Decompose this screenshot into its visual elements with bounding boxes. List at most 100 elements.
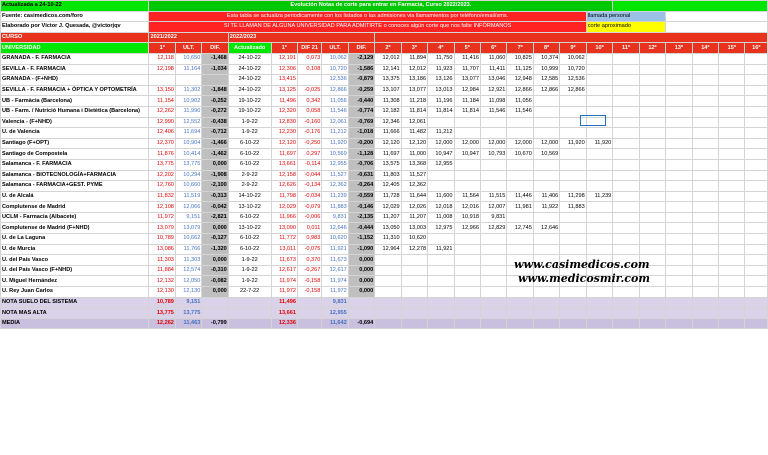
summary-diff-2021[interactable] <box>201 307 229 319</box>
round-cell[interactable]: 12,745 <box>506 222 534 235</box>
diff21-cell[interactable]: -0,075 <box>296 243 323 256</box>
diff-2021-cell[interactable]: -1,848 <box>201 84 229 97</box>
summary-empty[interactable] <box>585 296 614 309</box>
round-cell[interactable]: 12,120 <box>400 137 429 150</box>
round-cell[interactable] <box>691 180 720 192</box>
diff-2022-cell[interactable]: -0,444 <box>347 222 376 235</box>
round-cell[interactable] <box>718 275 746 288</box>
summary-empty[interactable] <box>227 307 272 319</box>
round-cell[interactable]: 12,000 <box>427 137 455 150</box>
round-cell[interactable] <box>718 190 746 203</box>
round-cell[interactable] <box>665 116 693 129</box>
round-cell[interactable]: 11,515 <box>479 190 508 203</box>
round-cell[interactable]: 10,918 <box>453 211 481 224</box>
round-cell[interactable] <box>638 105 667 118</box>
round-cell[interactable] <box>612 233 640 245</box>
round-cell[interactable] <box>638 52 667 65</box>
diff-2021-cell[interactable]: -0,272 <box>201 105 229 118</box>
last-2022-cell[interactable]: 10,569 <box>321 148 349 160</box>
round-cell[interactable]: 11,922 <box>532 201 561 213</box>
round-cell[interactable] <box>585 52 614 65</box>
round-cell[interactable]: 11,750 <box>427 52 455 65</box>
summary-empty[interactable] <box>427 317 455 330</box>
round-cell[interactable] <box>718 84 746 97</box>
round-cell[interactable] <box>585 158 614 171</box>
first-2022-cell[interactable]: 13,011 <box>270 243 298 256</box>
summary-empty[interactable] <box>296 307 323 319</box>
first-2021-cell[interactable]: 12,130 <box>148 286 176 298</box>
diff-2022-cell[interactable]: -0,879 <box>347 74 376 86</box>
university-cell[interactable]: Salamanca - FARMACIA+GEST. PYME <box>0 180 150 192</box>
updated-date-cell[interactable]: 24-10-22 <box>227 52 272 65</box>
round-cell[interactable]: 11,406 <box>532 190 561 203</box>
round-cell[interactable] <box>612 190 640 203</box>
round-cell[interactable]: 11,644 <box>400 190 429 203</box>
round-cell[interactable]: 12,964 <box>374 243 402 256</box>
round-cell[interactable] <box>638 116 667 129</box>
round-cell[interactable] <box>559 148 587 160</box>
round-cell[interactable]: 10,062 <box>559 52 587 65</box>
round-cell[interactable] <box>400 254 429 266</box>
round-cell[interactable] <box>718 116 746 129</box>
summary-empty[interactable] <box>532 307 561 319</box>
round-cell[interactable] <box>532 180 561 192</box>
round-cell[interactable] <box>638 286 667 298</box>
round-cell[interactable] <box>744 222 768 235</box>
round-cell[interactable] <box>585 222 614 235</box>
diff21-cell[interactable]: 0,108 <box>296 63 323 76</box>
last-2022-cell[interactable]: 11,546 <box>321 105 349 118</box>
first-2022-cell[interactable]: 12,617 <box>270 264 298 277</box>
round-cell[interactable] <box>718 169 746 182</box>
round-cell[interactable] <box>453 254 481 266</box>
diff-2022-cell[interactable]: -0,774 <box>347 105 376 118</box>
summary-empty[interactable] <box>532 296 561 309</box>
round-cell[interactable]: 12,016 <box>453 201 481 213</box>
last-2022-cell[interactable]: 12,061 <box>321 116 349 129</box>
round-cell[interactable] <box>427 264 455 277</box>
round-cell[interactable]: 12,029 <box>374 201 402 213</box>
summary-empty[interactable] <box>559 307 587 319</box>
summary-empty[interactable] <box>506 296 534 309</box>
first-2022-cell[interactable]: 11,673 <box>270 254 298 266</box>
round-cell[interactable]: 11,814 <box>453 105 481 118</box>
round-cell[interactable] <box>665 127 693 139</box>
diff-2021-cell[interactable]: -0,252 <box>201 95 229 107</box>
round-cell[interactable]: 12,829 <box>479 222 508 235</box>
round-cell[interactable] <box>479 158 508 171</box>
updated-date-cell[interactable]: 24-10-22 <box>227 63 272 76</box>
first-2021-cell[interactable]: 12,202 <box>148 169 176 182</box>
diff-2022-cell[interactable]: -0,769 <box>347 116 376 129</box>
round-cell[interactable] <box>453 286 481 298</box>
summary-first-2022[interactable]: 11,496 <box>270 296 298 309</box>
round-cell[interactable] <box>400 286 429 298</box>
diff-2022-cell[interactable]: -1,128 <box>347 148 376 160</box>
round-cell[interactable] <box>479 180 508 192</box>
diff21-cell[interactable]: -0,114 <box>296 158 323 171</box>
summary-label[interactable]: NOTA SUELO DEL SISTEMA <box>0 296 150 309</box>
diff21-cell[interactable]: 0,342 <box>296 95 323 107</box>
first-2022-cell[interactable]: 12,626 <box>270 180 298 192</box>
round-cell[interactable] <box>718 222 746 235</box>
last-2021-cell[interactable]: 13,079 <box>174 222 203 235</box>
first-2021-cell[interactable]: 11,884 <box>148 264 176 277</box>
round-cell[interactable]: 11,707 <box>453 63 481 76</box>
round-cell[interactable]: 13,013 <box>427 84 455 97</box>
round-cell[interactable]: 12,018 <box>427 201 455 213</box>
first-2021-cell[interactable]: 12,406 <box>148 127 176 139</box>
updated-date-cell[interactable]: 2-9-22 <box>227 180 272 192</box>
first-2022-cell[interactable]: 12,158 <box>270 169 298 182</box>
round-cell[interactable] <box>479 233 508 245</box>
last-2022-cell[interactable]: 11,974 <box>321 275 349 288</box>
last-2021-cell[interactable]: 10,902 <box>174 95 203 107</box>
round-cell[interactable] <box>506 211 534 224</box>
round-cell[interactable] <box>638 169 667 182</box>
round-cell[interactable] <box>691 243 720 256</box>
round-cell[interactable] <box>718 233 746 245</box>
round-cell[interactable] <box>532 116 561 129</box>
first-2022-cell[interactable]: 12,029 <box>270 201 298 213</box>
last-2022-cell[interactable]: 12,536 <box>321 74 349 86</box>
round-cell[interactable]: 12,866 <box>506 84 534 97</box>
diff-2021-cell[interactable]: -0,438 <box>201 116 229 129</box>
summary-empty[interactable] <box>374 317 402 330</box>
diff21-cell[interactable]: 0,297 <box>296 148 323 160</box>
